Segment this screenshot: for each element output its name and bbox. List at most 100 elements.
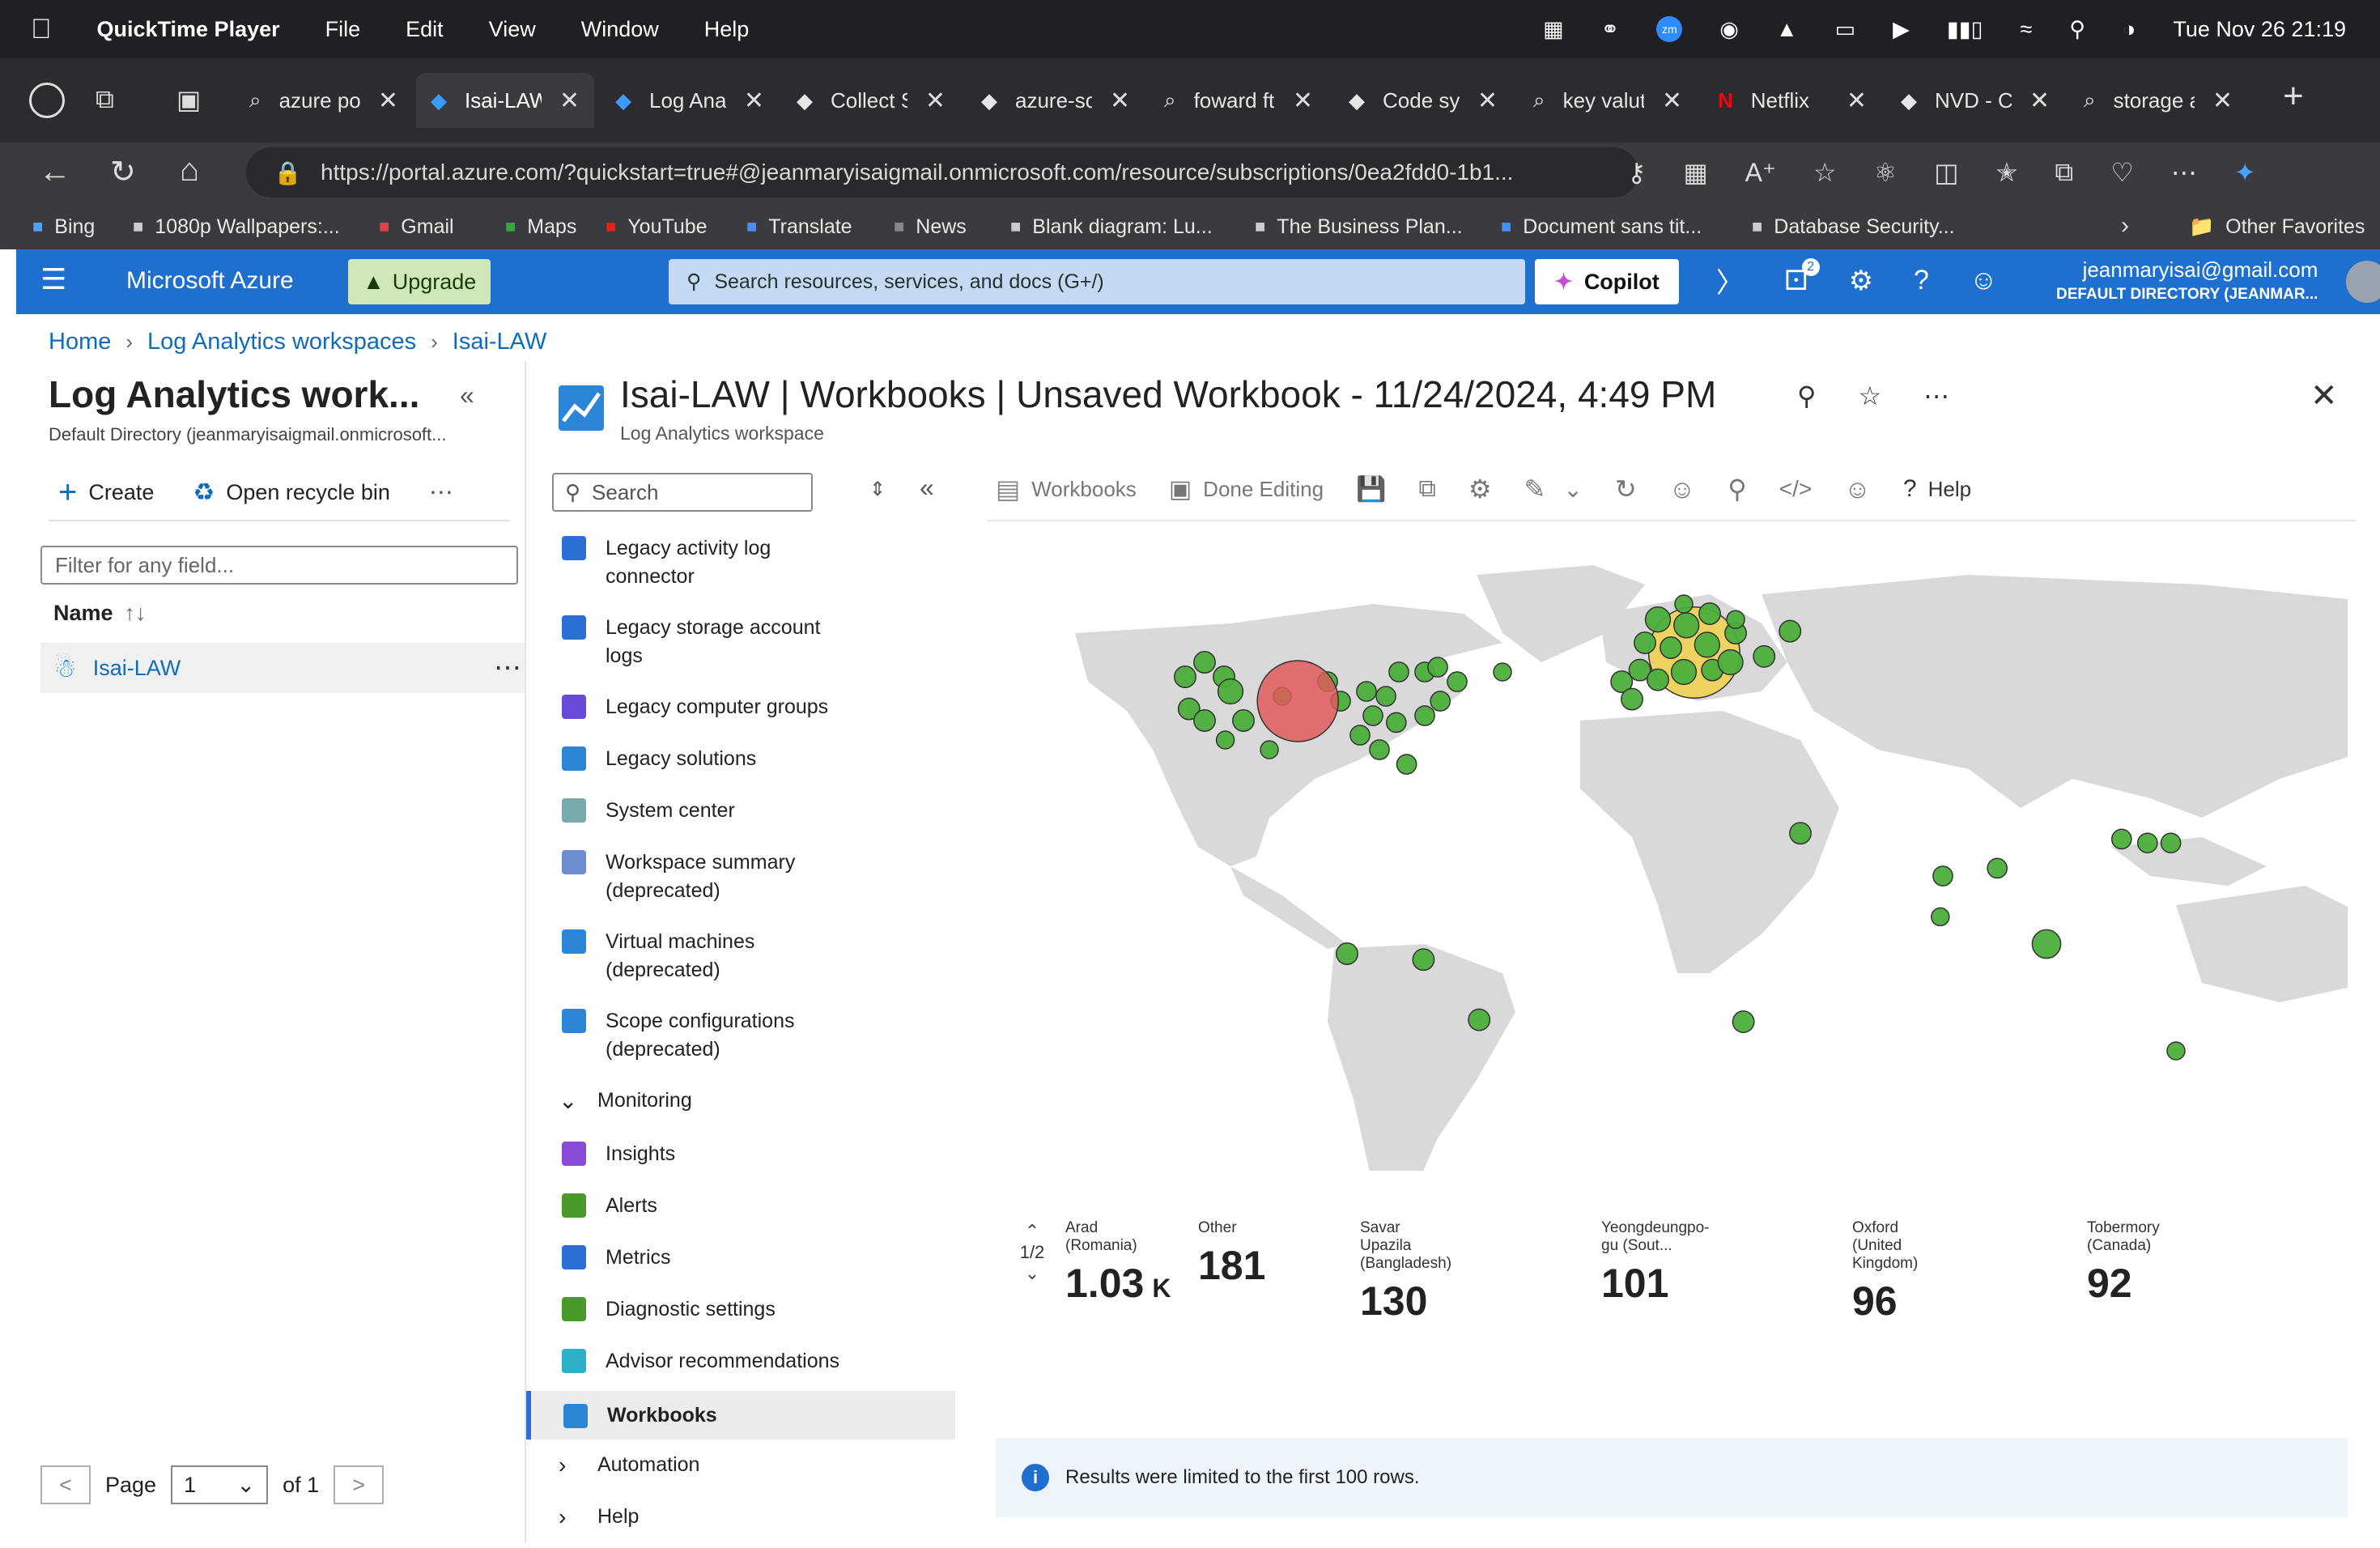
- map-bubble[interactable]: [1193, 651, 1216, 674]
- menu-window[interactable]: Window: [581, 17, 659, 42]
- close-tab-icon[interactable]: ✕: [744, 87, 764, 115]
- map-bubble[interactable]: [1430, 691, 1451, 712]
- close-tab-icon[interactable]: ✕: [1477, 87, 1498, 115]
- table-row[interactable]: ☃ Isai-LAW ⋯: [40, 643, 526, 693]
- world-map[interactable]: [1020, 523, 2348, 1171]
- split-screen-icon[interactable]: ◫: [1934, 157, 1958, 188]
- key-icon[interactable]: ⚷: [1627, 157, 1646, 188]
- browser-tab[interactable]: ⌕ azure por ✕: [235, 73, 413, 128]
- map-bubble[interactable]: [1647, 668, 1669, 691]
- control-center-icon[interactable]: ◑: [2123, 17, 2136, 42]
- close-tab-icon[interactable]: ✕: [1847, 87, 1867, 115]
- favorite-item[interactable]: ■ YouTube: [606, 204, 708, 249]
- clock[interactable]: Tue Nov 26 21:19: [2173, 17, 2346, 42]
- notifications-icon[interactable]: ⚀ 2: [1784, 257, 1820, 297]
- chevron-right-icon[interactable]: ›: [2121, 212, 2129, 240]
- metric-tile[interactable]: Savar Upazila (Bangladesh) 130: [1360, 1219, 1451, 1325]
- more-icon[interactable]: ⋯: [2171, 157, 2197, 188]
- more-commands-icon[interactable]: ⋯: [429, 478, 453, 507]
- map-bubble[interactable]: [1336, 942, 1358, 965]
- close-tab-icon[interactable]: ✕: [2029, 87, 2050, 115]
- close-tab-icon[interactable]: ✕: [559, 87, 580, 115]
- map-bubble[interactable]: [1931, 907, 1950, 927]
- avatar[interactable]: [2346, 261, 2380, 303]
- map-bubble[interactable]: [1726, 610, 1745, 629]
- apple-icon[interactable]: : [31, 14, 52, 45]
- map-bubble[interactable]: [1356, 681, 1377, 702]
- metric-tile[interactable]: Yeongdeungpo-gu (Sout... 101: [1601, 1219, 1710, 1307]
- breadcrumb-isai-law[interactable]: Isai-LAW: [453, 329, 547, 355]
- map-bubble[interactable]: [1260, 740, 1279, 759]
- save-icon[interactable]: 💾: [1356, 475, 1386, 504]
- global-search-input[interactable]: ⚲ Search resources, services, and docs (…: [669, 259, 1525, 304]
- map-bubble[interactable]: [1385, 712, 1407, 734]
- new-tab-button[interactable]: +: [2283, 76, 2304, 117]
- community-icon[interactable]: ☺: [1844, 474, 1871, 504]
- creative-cloud-icon[interactable]: ⚭: [1601, 17, 1620, 42]
- map-bubble[interactable]: [2136, 832, 2158, 854]
- favorite-item[interactable]: ■ News: [894, 204, 967, 249]
- map-bubble[interactable]: [1674, 594, 1694, 614]
- map-bubble[interactable]: [1717, 649, 1744, 676]
- settings-gear-icon[interactable]: ⚙: [1849, 265, 1873, 297]
- breadcrumb-workspaces[interactable]: Log Analytics workspaces: [147, 329, 416, 355]
- tab-actions-icon[interactable]: ▣: [176, 84, 201, 115]
- map-bubble[interactable]: [1369, 739, 1390, 760]
- chevron-down-icon[interactable]: ⌄: [1563, 476, 1582, 503]
- menu-file[interactable]: File: [325, 17, 361, 42]
- map-bubble[interactable]: [1634, 632, 1656, 654]
- hamburger-icon[interactable]: ☰: [40, 262, 66, 296]
- browser-tab[interactable]: ⌕ foward ft ✕: [1150, 73, 1328, 128]
- metric-tile[interactable]: Arad (Romania) 1.03 K: [1065, 1219, 1171, 1307]
- save-as-icon[interactable]: ⧉: [1418, 475, 1435, 503]
- close-tab-icon[interactable]: ✕: [1662, 87, 1682, 115]
- browser-tab[interactable]: N Netflix ✕: [1703, 73, 1881, 128]
- browser-tab[interactable]: ⌕ storage a ✕: [2069, 73, 2247, 128]
- map-bubble[interactable]: [1779, 619, 1802, 643]
- prev-page-button[interactable]: <: [40, 1465, 91, 1504]
- play-icon[interactable]: ▶: [1893, 17, 1910, 42]
- map-bubble[interactable]: [1673, 612, 1700, 639]
- map-bubble[interactable]: [1217, 678, 1244, 705]
- map-bubble[interactable]: [1375, 686, 1396, 707]
- upgrade-button[interactable]: ▲ Upgrade: [348, 259, 491, 304]
- app-menu[interactable]: QuickTime Player: [97, 17, 280, 42]
- copilot-sidebar-icon[interactable]: ✦: [2234, 157, 2256, 188]
- map-bubble[interactable]: [1447, 671, 1468, 692]
- profile-icon[interactable]: [29, 83, 65, 118]
- close-tab-icon[interactable]: ✕: [1293, 87, 1313, 115]
- map-bubble[interactable]: [1644, 606, 1672, 633]
- map-bubble[interactable]: [1493, 662, 1512, 682]
- help-icon[interactable]: ?: [1914, 265, 1929, 296]
- map-bubble[interactable]: [1468, 1008, 1491, 1031]
- refresh-icon[interactable]: ↻: [1615, 474, 1637, 504]
- map-bubble[interactable]: [2031, 929, 2062, 959]
- favorite-item[interactable]: ■ Blank diagram: Lu...: [1010, 204, 1213, 249]
- menu-edit[interactable]: Edit: [406, 17, 444, 42]
- help-button[interactable]: ? Help: [1903, 475, 1971, 503]
- edit-icon[interactable]: ✎: [1524, 474, 1546, 504]
- browser-tab[interactable]: ◆ NVD - C\ ✕: [1886, 73, 2064, 128]
- wifi-icon[interactable]: ≈: [2020, 17, 2032, 42]
- spotlight-icon[interactable]: ⚲: [2069, 17, 2085, 42]
- chevron-down-icon[interactable]: ⌄: [1012, 1263, 1052, 1284]
- map-bubble[interactable]: [1732, 1010, 1755, 1033]
- favorite-item[interactable]: ■ Bing: [32, 204, 95, 249]
- grid-status-icon[interactable]: ▦: [1543, 17, 1564, 42]
- read-aloud-icon[interactable]: A⁺: [1745, 157, 1776, 188]
- menu-view[interactable]: View: [489, 17, 536, 42]
- browser-tab[interactable]: ◆ Collect S ✕: [782, 73, 960, 128]
- create-button[interactable]: + Create: [58, 474, 154, 511]
- map-bubble[interactable]: [1660, 636, 1682, 659]
- map-bubble[interactable]: [1193, 709, 1216, 732]
- pin-icon[interactable]: ⚲: [1728, 474, 1746, 504]
- name-column-header[interactable]: Name ↑↓: [53, 601, 147, 626]
- apps-icon[interactable]: ▦: [1683, 157, 1707, 188]
- battery-icon[interactable]: ▮▮▯: [1947, 17, 1983, 42]
- map-bubble[interactable]: [1396, 754, 1417, 775]
- map-bubble[interactable]: [1215, 730, 1235, 750]
- close-tab-icon[interactable]: ✕: [378, 87, 398, 115]
- page-select[interactable]: 1 ⌄: [171, 1465, 269, 1504]
- other-favorites[interactable]: 📁 Other Favorites: [2189, 204, 2365, 249]
- collections-icon[interactable]: ⧉: [2055, 157, 2073, 188]
